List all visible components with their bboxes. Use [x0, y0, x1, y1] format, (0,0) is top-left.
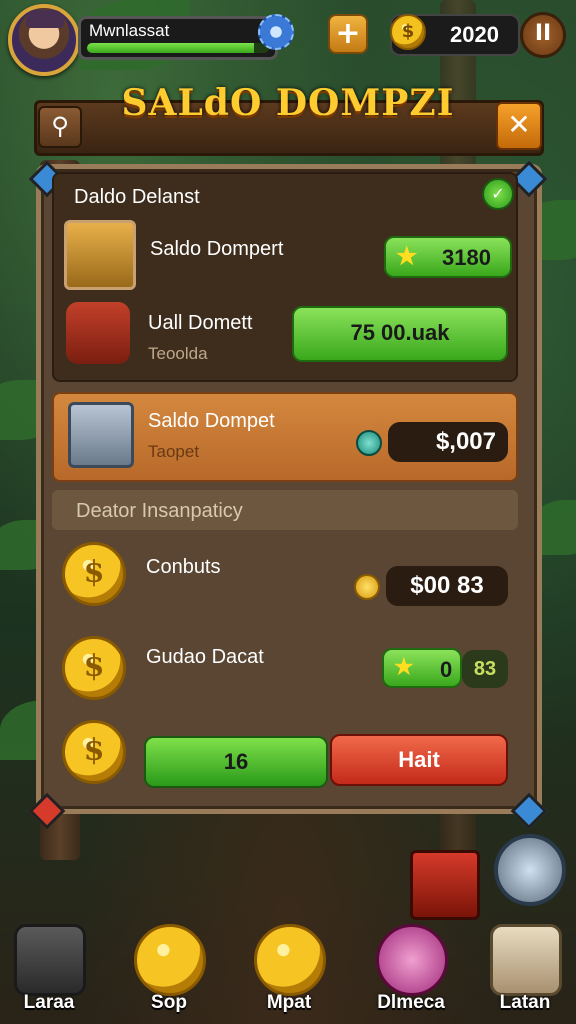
confirm-button[interactable]: 16 — [144, 736, 328, 788]
ticket-icon — [14, 924, 86, 996]
chest-icon — [68, 402, 134, 468]
gem-icon — [356, 430, 382, 456]
xp-bar — [87, 43, 269, 53]
section-title: Daldo Delanst — [74, 186, 200, 208]
reward-extra: 83 — [462, 650, 508, 688]
nav-item-mpat[interactable]: Mpat — [244, 920, 334, 1020]
nav-label: Dlmeca — [377, 992, 445, 1013]
nav-label: Laraa — [23, 992, 75, 1013]
deposit-value: $,007 — [388, 422, 508, 462]
gold-bars-icon — [64, 220, 136, 290]
top-bar: Mwnlassat + $ 2020 II — [0, 0, 576, 90]
refresh-icon[interactable] — [494, 834, 566, 906]
red-chest-icon — [410, 850, 480, 920]
bottom-nav: Laraa Sop Mpat Dlmeca Latan — [0, 920, 576, 1024]
row-label: Conbuts — [146, 556, 221, 578]
coin-balance: $ 2020 — [390, 14, 520, 56]
nav-label: Sop — [151, 992, 187, 1013]
player-name: Mwnlassat — [89, 21, 170, 40]
cancel-button[interactable]: Hait — [330, 734, 508, 786]
row-label: Uall Domett — [148, 312, 253, 334]
box-icon — [490, 924, 562, 996]
reward-value: 0 — [440, 657, 453, 682]
bag-icon — [66, 302, 130, 364]
coin-icon: $ — [62, 542, 126, 606]
avatar[interactable] — [8, 4, 80, 76]
row-label: Saldo Dompet — [148, 410, 275, 432]
coin-icon: $ — [62, 720, 126, 784]
coin-icon — [254, 924, 326, 996]
nav-label: Latan — [499, 992, 551, 1013]
coin-icon — [354, 574, 380, 600]
coin-amount: 2020 — [450, 22, 499, 47]
wallet-amount-button[interactable]: 75 00.uak — [292, 306, 508, 362]
balance-pill[interactable]: ★ 3180 — [384, 236, 512, 278]
nav-label: Mpat — [266, 992, 312, 1013]
gear-icon[interactable] — [258, 14, 294, 50]
coin-value: $00 83 — [386, 566, 508, 606]
gem-icon — [376, 924, 448, 996]
star-icon: ★ — [396, 243, 418, 270]
nav-item-latan[interactable]: Latan — [480, 920, 570, 1020]
coin-icon — [134, 924, 206, 996]
row-label: Gudao Dacat — [146, 646, 264, 668]
pause-icon[interactable]: II — [520, 12, 566, 58]
balance-value: 3180 — [442, 245, 491, 270]
row-sublabel: Taopet — [148, 442, 200, 461]
check-icon[interactable]: ✓ — [482, 178, 514, 210]
row-label: Saldo Dompert — [150, 238, 284, 260]
reward-pill[interactable]: ★ 0 — [382, 648, 462, 688]
star-icon: ★ — [394, 654, 414, 679]
section-title: Deator Insanpaticy — [76, 500, 243, 522]
page-title: SALdO DOMPZI — [121, 82, 455, 124]
coin-icon: $ — [390, 14, 426, 50]
nav-item-sop[interactable]: Sop — [124, 920, 214, 1020]
player-namebar: Mwnlassat — [78, 16, 278, 60]
plus-icon[interactable]: + — [328, 14, 368, 54]
coin-stack-icon: $ — [62, 636, 126, 700]
row-sublabel: Teoolda — [148, 344, 208, 363]
nav-item-dlmeca[interactable]: Dlmeca — [366, 920, 456, 1020]
nav-item-laraa[interactable]: Laraa — [4, 920, 94, 1020]
close-icon[interactable]: ✕ — [496, 102, 542, 150]
